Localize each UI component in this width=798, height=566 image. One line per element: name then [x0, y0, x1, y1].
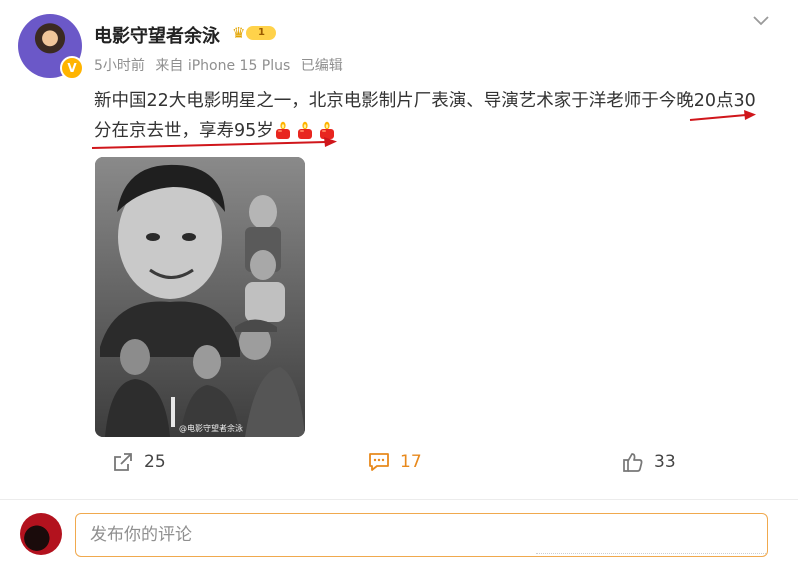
- more-menu-button[interactable]: [750, 10, 772, 32]
- rank-level: 1: [246, 26, 277, 40]
- post-source: 来自 iPhone 15 Plus: [155, 58, 291, 74]
- comment-input[interactable]: 发布你的评论: [75, 513, 768, 557]
- rank-badge: ♛ 1: [232, 24, 277, 42]
- like-button[interactable]: 33: [622, 448, 676, 476]
- divider: [0, 499, 798, 500]
- edited-label[interactable]: 已编辑: [301, 58, 343, 74]
- share-icon: [114, 453, 132, 471]
- user-name[interactable]: 电影守望者余泳: [94, 22, 220, 48]
- commenter-avatar[interactable]: [20, 513, 62, 555]
- repost-button[interactable]: 25: [112, 448, 166, 476]
- comment-icon: [369, 453, 389, 471]
- film-collage-image: [95, 157, 305, 437]
- post-time[interactable]: 5小时前: [94, 58, 145, 74]
- red-arrow-annotation: [689, 110, 756, 121]
- comment-count: 17: [400, 452, 422, 472]
- weibo-post: V 电影守望者余泳 ♛ 1 5小时前 来自 iPhone 15 Plus 已编辑…: [0, 0, 798, 566]
- red-arrow-annotation: [91, 137, 337, 149]
- repost-count: 25: [144, 452, 166, 472]
- like-count: 33: [654, 452, 676, 472]
- comment-button[interactable]: 17: [368, 448, 422, 476]
- chevron-down-icon: [753, 16, 769, 26]
- crown-icon: ♛: [232, 24, 246, 42]
- thumbs-up-icon: [623, 453, 643, 472]
- dotted-divider: [536, 553, 766, 554]
- verified-badge: V: [60, 56, 84, 80]
- post-image[interactable]: @电影守望者余泳: [95, 157, 305, 437]
- post-meta: 5小时前 来自 iPhone 15 Plus 已编辑: [94, 55, 349, 75]
- image-watermark: @电影守望者余泳: [179, 424, 243, 433]
- user-avatar[interactable]: V: [18, 14, 84, 80]
